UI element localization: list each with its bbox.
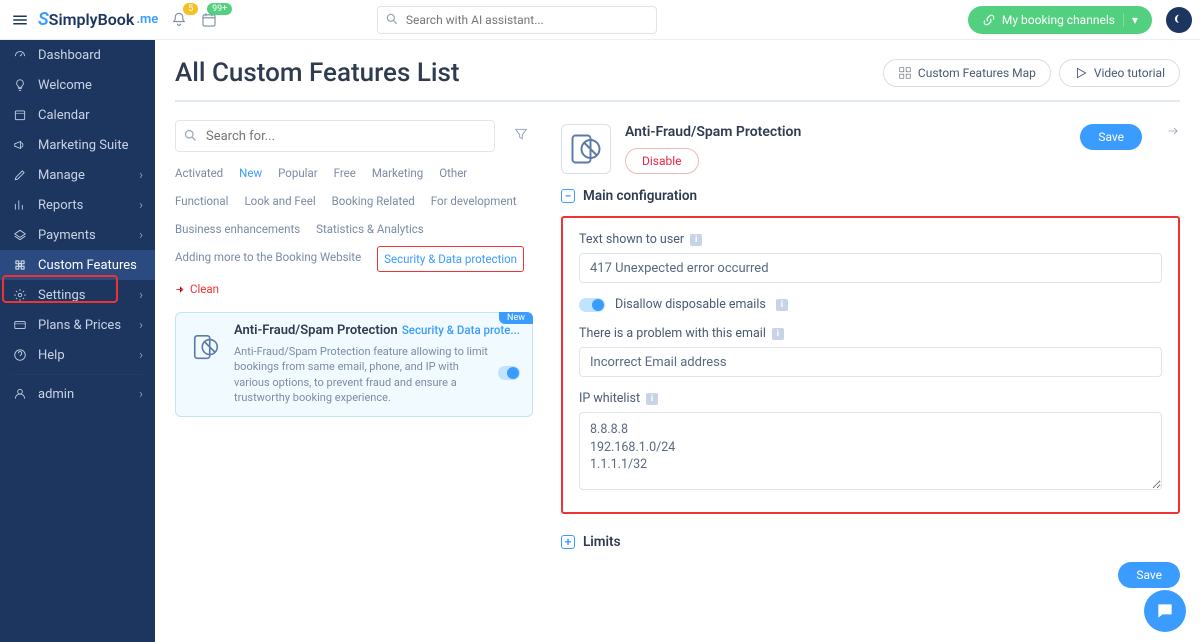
sidebar-item-welcome[interactable]: Welcome (0, 70, 155, 100)
disallow-label: Disallow disposable emails (615, 297, 766, 312)
search-icon (385, 12, 399, 26)
feature-search-input[interactable] (175, 120, 495, 152)
info-icon[interactable]: i (646, 393, 658, 405)
cat-clean[interactable]: Clean (175, 278, 219, 300)
cal-badge: 99+ (207, 3, 232, 15)
new-tag: New (499, 312, 533, 324)
info-icon[interactable]: i (772, 328, 784, 340)
expand-icon[interactable] (1166, 124, 1180, 138)
text-shown-input[interactable] (579, 253, 1162, 283)
problem-input[interactable] (579, 347, 1162, 377)
chevron-right-icon: › (139, 318, 143, 333)
save-button[interactable]: Save (1080, 124, 1142, 150)
cat-free[interactable]: Free (334, 162, 356, 184)
cat-other[interactable]: Other (439, 162, 467, 184)
chat-bubble[interactable] (1144, 590, 1186, 632)
chevron-right-icon: › (139, 198, 143, 213)
menu-toggle[interactable] (8, 8, 32, 32)
sidebar-item-dashboard[interactable]: Dashboard (0, 40, 155, 70)
video-tutorial-button[interactable]: Video tutorial (1059, 59, 1180, 87)
sidebar-item-marketing[interactable]: Marketing Suite (0, 130, 155, 160)
cat-adding[interactable]: Adding more to the Booking Website (175, 246, 361, 272)
main-config-form: Text shown to user i Disallow disposable … (561, 216, 1180, 514)
shield-icon (561, 124, 611, 174)
calendar-shortcut[interactable]: 99+ (200, 11, 218, 29)
cat-stats[interactable]: Statistics & Analytics (316, 218, 424, 240)
sidebar-item-payments[interactable]: Payments› (0, 220, 155, 250)
collapse-icon[interactable]: − (561, 189, 575, 203)
sidebar-item-plans[interactable]: Plans & Prices› (0, 310, 155, 340)
expand-plus-icon[interactable]: + (561, 535, 575, 549)
lightbulb-icon (12, 78, 28, 92)
chevron-right-icon: › (139, 387, 143, 402)
chevron-right-icon: › (139, 288, 143, 303)
sidebar-item-help[interactable]: Help› (0, 340, 155, 370)
theme-toggle[interactable] (1166, 7, 1192, 33)
pencil-icon (12, 168, 28, 182)
sidebar-item-manage[interactable]: Manage› (0, 160, 155, 190)
cat-biz[interactable]: Business enhancements (175, 218, 300, 240)
chevron-right-icon: › (139, 168, 143, 183)
notifications-bell[interactable]: 5 (170, 11, 188, 29)
shield-icon (188, 329, 224, 365)
feature-category-link[interactable]: Security & Data prote... (402, 323, 520, 337)
disallow-emails-toggle[interactable] (579, 298, 605, 312)
megaphone-icon (12, 138, 28, 152)
disable-button[interactable]: Disable (625, 148, 699, 174)
gauge-icon (12, 48, 28, 62)
cat-look[interactable]: Look and Feel (244, 190, 315, 212)
search-icon (183, 128, 198, 143)
ip-whitelist-textarea[interactable] (579, 412, 1162, 490)
problem-label: There is a problem with this email (579, 326, 766, 341)
text-shown-label: Text shown to user (579, 232, 684, 247)
cat-marketing[interactable]: Marketing (372, 162, 423, 184)
logo[interactable]: SSimplyBook.me (38, 9, 158, 30)
chevron-right-icon: › (139, 348, 143, 363)
chart-icon (12, 198, 28, 212)
cat-booking[interactable]: Booking Related (332, 190, 415, 212)
puzzle-icon (12, 258, 28, 272)
gear-icon (12, 288, 28, 302)
feature-card-antifraud[interactable]: New Security & Data prote... Anti-Fraud/… (175, 312, 533, 417)
limits-heading[interactable]: + Limits (561, 534, 1180, 550)
cat-popular[interactable]: Popular (278, 162, 318, 184)
bell-badge: 5 (183, 3, 198, 15)
category-filters: Activated New Popular Free Marketing Oth… (175, 162, 533, 300)
detail-title: Anti-Fraud/Spam Protection (625, 124, 1066, 140)
cat-security[interactable]: Security & Data protection (377, 246, 524, 272)
payment-icon (12, 228, 28, 242)
sidebar-item-settings[interactable]: Settings› (0, 280, 155, 310)
info-icon[interactable]: i (690, 234, 702, 246)
sidebar: Dashboard Welcome Calendar Marketing Sui… (0, 40, 155, 642)
user-icon (12, 387, 28, 401)
booking-channels-button[interactable]: My booking channels ▾ (968, 6, 1152, 34)
cat-dev[interactable]: For development (431, 190, 517, 212)
sidebar-item-calendar[interactable]: Calendar (0, 100, 155, 130)
sidebar-item-custom-features[interactable]: Custom Features (0, 250, 155, 280)
info-icon[interactable]: i (776, 299, 788, 311)
sidebar-item-reports[interactable]: Reports› (0, 190, 155, 220)
ip-label: IP whitelist (579, 391, 640, 406)
sidebar-item-admin[interactable]: admin› (0, 379, 155, 409)
help-icon (12, 348, 28, 362)
cat-functional[interactable]: Functional (175, 190, 228, 212)
cat-activated[interactable]: Activated (175, 162, 223, 184)
calendar-icon (12, 108, 28, 122)
filter-icon[interactable] (513, 126, 533, 142)
features-map-button[interactable]: Custom Features Map (883, 59, 1051, 87)
save-button-bottom[interactable]: Save (1118, 562, 1180, 588)
chevron-right-icon: › (139, 228, 143, 243)
global-search-input[interactable] (377, 6, 657, 34)
card-icon (12, 318, 28, 332)
page-title: All Custom Features List (175, 58, 460, 88)
feature-toggle[interactable] (498, 366, 520, 380)
feature-desc: Anti-Fraud/Spam Protection feature allow… (234, 344, 520, 406)
main-config-heading[interactable]: − Main configuration (561, 188, 1180, 204)
cat-new[interactable]: New (239, 162, 262, 184)
